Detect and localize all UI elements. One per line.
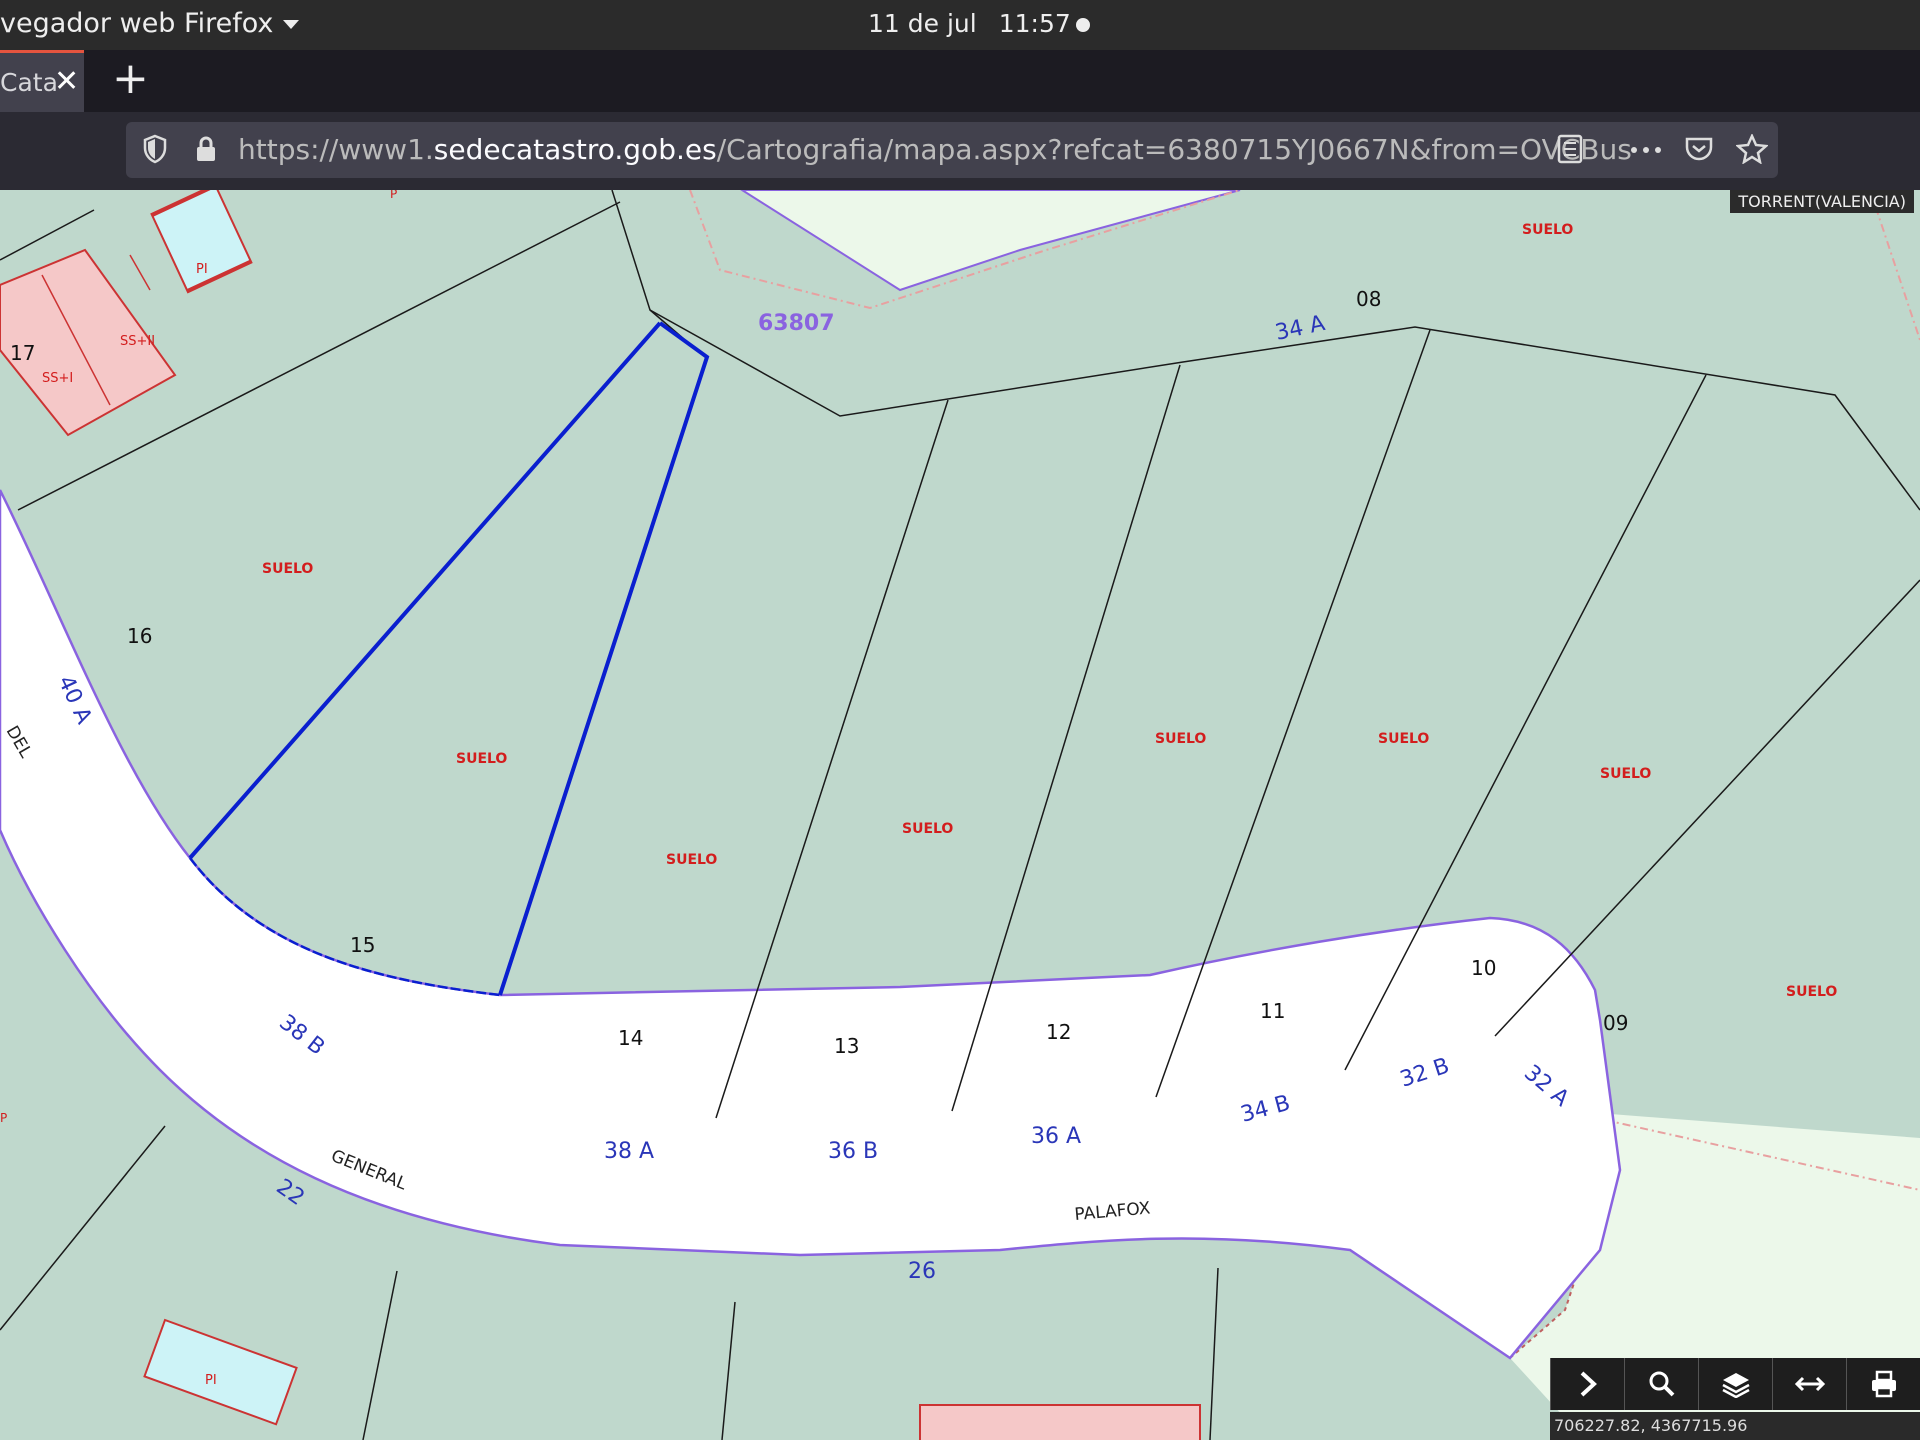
coordinates-readout: 706227.82, 4367715.96 — [1550, 1412, 1920, 1440]
building-bottom — [919, 1404, 1201, 1440]
house-number: 38 A — [604, 1139, 654, 1164]
location-badge: TORRENT(VALENCIA) — [1730, 190, 1914, 213]
tab-title: Cata — [0, 68, 58, 97]
pool-label: PI — [205, 1373, 217, 1388]
new-tab-button[interactable]: + — [112, 54, 149, 104]
suelo-label: SUELO — [1378, 731, 1429, 747]
url-prefix: https://www1. — [238, 133, 434, 166]
notification-dot-icon — [1076, 18, 1090, 32]
parcel-number: 08 — [1356, 287, 1381, 311]
parcel-number: 15 — [350, 933, 375, 957]
block-number: 63807 — [758, 311, 835, 336]
measure-button[interactable] — [1772, 1358, 1846, 1410]
parcel-number: 10 — [1471, 956, 1496, 980]
address-bar[interactable]: https://www1.sedecatastro.gob.es/Cartogr… — [126, 122, 1778, 178]
parcel-number: 17 — [10, 341, 35, 365]
parcel-number: 12 — [1046, 1020, 1071, 1044]
print-button[interactable] — [1846, 1358, 1920, 1410]
layers-icon — [1721, 1373, 1750, 1398]
app-name: vegador web Firefox — [0, 8, 274, 39]
map-canvas[interactable]: SS+II SS+I PI PI 63807 SUELO SUELO SUELO… — [0, 190, 1920, 1440]
suelo-label: SUELO — [1786, 984, 1837, 1000]
pocket-icon[interactable] — [1684, 134, 1714, 164]
close-tab-icon[interactable]: ✕ — [54, 64, 79, 99]
map-toolbar — [1550, 1358, 1920, 1410]
house-number: 36 B — [828, 1139, 878, 1164]
system-top-bar: vegador web Firefox 11 de jul 11:57 — [0, 0, 1920, 50]
search-icon — [1649, 1371, 1674, 1397]
suelo-label: SUELO — [666, 852, 717, 868]
url-text[interactable]: https://www1.sedecatastro.gob.es/Cartogr… — [238, 133, 1658, 166]
building-label: SS+II — [120, 334, 155, 349]
url-path: /Cartografia/mapa.aspx?refcat=6380715YJ0… — [716, 133, 1632, 166]
suelo-label: SUELO — [1522, 222, 1573, 238]
more-icon[interactable] — [1630, 146, 1662, 154]
house-number: 26 — [908, 1259, 936, 1284]
map-marker-text: P — [0, 1111, 7, 1125]
chevron-right-icon — [1580, 1371, 1597, 1397]
app-menu[interactable]: vegador web Firefox — [0, 8, 300, 39]
suelo-label: SUELO — [1600, 766, 1651, 782]
tab-bar: Cata ✕ + — [0, 50, 1920, 112]
map-marker-text: P — [390, 190, 397, 201]
parcel-number: 16 — [127, 624, 152, 648]
lock-icon[interactable] — [194, 134, 218, 164]
reader-view-icon[interactable] — [1556, 134, 1584, 164]
parcel-number: 14 — [618, 1026, 643, 1050]
url-domain: sedecatastro.gob.es — [433, 133, 717, 166]
navigation-bar: https://www1.sedecatastro.gob.es/Cartogr… — [0, 112, 1920, 190]
measure-icon — [1794, 1376, 1825, 1392]
cadastral-map[interactable]: SS+II SS+I PI PI 63807 SUELO SUELO SUELO… — [0, 190, 1920, 1440]
layers-button[interactable] — [1698, 1358, 1772, 1410]
house-number: 36 A — [1031, 1124, 1081, 1149]
print-icon — [1871, 1370, 1896, 1398]
suelo-label: SUELO — [262, 561, 313, 577]
suelo-label: SUELO — [456, 751, 507, 767]
parcel-number: 09 — [1603, 1011, 1628, 1035]
clock-date: 11 de jul — [868, 9, 977, 38]
browser-tab[interactable]: Cata ✕ — [0, 50, 84, 112]
bookmark-star-icon[interactable] — [1736, 134, 1768, 164]
expand-panel-button[interactable] — [1550, 1358, 1624, 1410]
suelo-label: SUELO — [1155, 731, 1206, 747]
clock-time: 11:57 — [998, 9, 1071, 38]
building-label: SS+I — [42, 371, 73, 386]
app-menu-caret-icon — [283, 20, 300, 29]
search-button[interactable] — [1624, 1358, 1698, 1410]
shield-icon[interactable] — [142, 134, 168, 164]
parcel-number: 13 — [834, 1034, 859, 1058]
parcel-number: 11 — [1260, 999, 1285, 1023]
pool-label: PI — [196, 262, 208, 277]
suelo-label: SUELO — [902, 821, 953, 837]
system-clock[interactable]: 11 de jul 11:57 — [868, 9, 1071, 38]
